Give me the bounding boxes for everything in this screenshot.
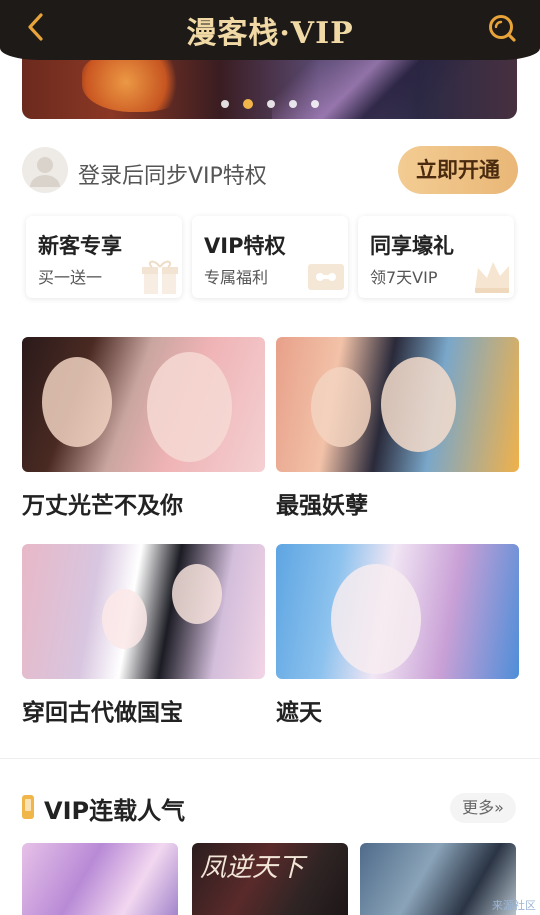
section-divider xyxy=(0,758,540,759)
comic-title: 最强妖孽 xyxy=(276,493,368,519)
popular-thumbs: 凤逆天下 xyxy=(22,843,518,915)
gift-icon xyxy=(142,260,178,294)
comic-thumb[interactable] xyxy=(22,843,178,915)
carousel-dot[interactable] xyxy=(310,100,319,108)
section-title: VIP连载人气 xyxy=(44,797,186,825)
comic-title: 万丈光芒不及你 xyxy=(22,493,183,519)
comic-title: 穿回古代做国宝 xyxy=(22,700,183,726)
privilege-subtitle: 买一送一 xyxy=(38,268,103,287)
thumb-caption: 凤逆天下 xyxy=(200,853,305,883)
carousel-dot[interactable] xyxy=(220,100,229,108)
search-icon xyxy=(489,15,516,42)
privilege-card-vip[interactable]: VIP特权 专属福利 xyxy=(192,216,348,298)
privilege-card-new-user[interactable]: 新客专享 买一送一 xyxy=(26,216,182,298)
watermark: 来源社区 xyxy=(492,899,536,912)
comic-title: 遮天 xyxy=(276,700,322,726)
comic-cover xyxy=(276,337,519,472)
carousel-dots xyxy=(22,99,517,109)
carousel-dot[interactable] xyxy=(266,100,275,108)
login-row: 登录后同步VIP特权 立即开通 xyxy=(22,145,518,197)
privilege-card-gift[interactable]: 同享壕礼 领7天VIP xyxy=(358,216,514,298)
privilege-title: 同享壕礼 xyxy=(370,234,454,258)
comic-cover xyxy=(22,337,265,472)
comic-card[interactable]: 穿回古代做国宝 xyxy=(22,544,265,727)
search-button[interactable] xyxy=(486,12,518,44)
privilege-cards: 新客专享 买一送一 VIP特权 专属福利 同享壕礼 领7天VIP xyxy=(26,216,516,298)
user-avatar-icon xyxy=(30,157,60,187)
crown-icon xyxy=(475,262,509,293)
comic-card[interactable]: 万丈光芒不及你 xyxy=(22,337,265,520)
privilege-subtitle: 领7天VIP xyxy=(370,268,438,287)
comic-card[interactable]: 最强妖孽 xyxy=(276,337,519,520)
comic-card[interactable]: 遮天 xyxy=(276,544,519,727)
section-marker-icon xyxy=(22,795,34,819)
privilege-title: 新客专享 xyxy=(38,234,122,258)
ticket-icon xyxy=(308,264,344,290)
login-prompt[interactable]: 登录后同步VIP特权 xyxy=(78,158,267,190)
comic-thumb[interactable]: 凤逆天下 xyxy=(192,843,348,915)
vip-page: 漫客栈·VIP 登录后同步VIP特权 立即开通 新客专享 买一送一 VIP特权 … xyxy=(0,0,540,915)
carousel-dot-active[interactable] xyxy=(242,99,253,109)
comic-cover xyxy=(276,544,519,679)
avatar[interactable] xyxy=(22,147,68,193)
privilege-subtitle: 专属福利 xyxy=(204,268,269,287)
open-vip-button[interactable]: 立即开通 xyxy=(398,146,518,194)
carousel-dot[interactable] xyxy=(288,100,297,108)
brand-logo: 漫客栈·VIP xyxy=(186,16,354,51)
more-button[interactable]: 更多» xyxy=(450,793,516,823)
privilege-title: VIP特权 xyxy=(204,234,286,258)
top-bar: 漫客栈·VIP xyxy=(0,0,540,60)
section-header: VIP连载人气 更多» xyxy=(22,790,518,826)
comic-cover xyxy=(22,544,265,679)
